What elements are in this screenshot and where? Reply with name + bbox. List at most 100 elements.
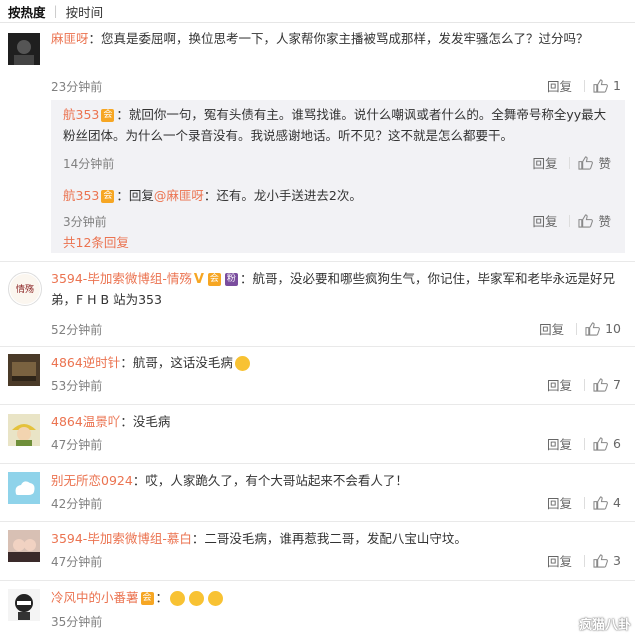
like-label: 赞 [598, 156, 611, 171]
reply-item: 航353 会：就回你一句，冤有头债有主。谁骂找谁。说什么嘲讽或者什么的。全舞帝号称… [63, 104, 625, 146]
reply-box: 航353 会：就回你一句，冤有头债有主。谁骂找谁。说什么嘲讽或者什么的。全舞帝号称… [51, 100, 625, 253]
comment-actions: 回复 3 [547, 551, 621, 570]
reply-button[interactable]: 回复 [547, 551, 572, 570]
avatar-image [8, 33, 40, 65]
thumb-up-icon[interactable] [578, 213, 594, 228]
emoji-icon [234, 356, 250, 371]
reply-button[interactable]: 回复 [547, 375, 572, 394]
reply-text: ：还有。龙小手送进去2次。 [203, 188, 362, 203]
username-link[interactable]: 别无所恋0924 [51, 473, 133, 488]
thumb-up-icon[interactable] [578, 155, 594, 170]
comment-content: 4864温景吖：没毛病 [51, 411, 623, 432]
thumb-up-icon[interactable] [593, 78, 608, 93]
like-count: 3 [613, 553, 621, 568]
username-link[interactable]: 麻匪呀 [51, 31, 89, 46]
comment-actions: 回复 7 [547, 375, 621, 394]
comment-content: 4864逆时针：航哥，这话没毛病 [51, 352, 623, 373]
comment-text: ：您真是委屈啊，换位思考一下，人家帮你家主播被骂成那样，发发牢骚怎么了？过分吗？ [88, 31, 589, 46]
comment-time: 53分钟前 [51, 379, 103, 393]
username-link[interactable]: 航353 [63, 107, 99, 122]
like-count: 1 [613, 78, 621, 93]
comment-text: ：航哥，这话没毛病 [120, 355, 233, 370]
avatar[interactable] [8, 33, 40, 65]
vip-badge: 会 [101, 109, 115, 122]
avatar-image [8, 589, 40, 621]
reply-item: 航353 会：回复@麻匪呀：还有。龙小手送进去2次。 [63, 185, 625, 206]
reply-button[interactable]: 回复 [547, 76, 572, 95]
emoji-icon [208, 591, 224, 606]
fan-badge: 粉 [224, 273, 238, 286]
avatar[interactable] [8, 414, 40, 446]
avatar-image: 情殇 [10, 274, 40, 304]
more-replies-link[interactable]: 共12条回复 [63, 232, 129, 251]
mention-link[interactable]: @麻匪呀 [154, 188, 204, 203]
reply-button[interactable]: 回复 [539, 319, 564, 338]
reply-button[interactable]: 回复 [532, 153, 557, 172]
sort-tabs: 按热度 | 按时间 [0, 0, 635, 23]
vip-badge: 会 [140, 592, 154, 605]
comment-content: 3594-毕加索微博组-情殇 V 会粉：航哥，没必要和哪些疯狗生气，你记住，毕家军和… [51, 268, 623, 310]
thumb-up-icon[interactable] [593, 377, 608, 392]
reply-time: 3分钟前 [63, 215, 107, 229]
comment-time: 42分钟前 [51, 497, 103, 511]
watermark: 疯猫八卦 [578, 618, 631, 633]
comment-item: 4864逆时针：航哥，这话没毛病 53分钟前 回复 7 [0, 347, 635, 405]
action-divider [584, 554, 586, 567]
action-divider [576, 322, 578, 335]
reply-text: ：就回你一句，冤有头债有主。谁骂找谁。说什么嘲讽或者什么的。全舞帝号称全yy最大… [63, 107, 607, 143]
reply-button[interactable]: 回复 [547, 493, 572, 512]
username-link[interactable]: 航353 [63, 188, 99, 203]
action-divider [584, 378, 586, 391]
comment-item: 3594-毕加索微博组-慕白：二哥没毛病，谁再惹我二哥，发配八宝山守坟。 47分… [0, 522, 635, 581]
comment-item: 情殇 3594-毕加索微博组-情殇 V 会粉：航哥，没必要和哪些疯狗生气，你记住，毕… [0, 262, 635, 347]
emoji-icon [189, 591, 205, 606]
avatar[interactable]: 情殇 [8, 272, 42, 306]
like-count: 7 [613, 377, 621, 392]
like-count: 6 [613, 436, 621, 451]
action-divider [584, 437, 586, 450]
comment-time: 35分钟前 [51, 615, 103, 629]
verified-badge: V [193, 272, 204, 287]
comment-content: 别无所恋0924：哎，人家跪久了，有个大哥站起来不会看人了！ [51, 470, 623, 491]
avatar-image [8, 530, 40, 562]
avatar[interactable] [8, 354, 40, 386]
username-link[interactable]: 4864温景吖 [51, 414, 120, 429]
thumb-up-icon[interactable] [593, 553, 608, 568]
comment-item: 别无所恋0924：哎，人家跪久了，有个大哥站起来不会看人了！ 42分钟前 回复 … [0, 464, 635, 522]
avatar-image [8, 472, 40, 504]
comment-content: 冷风中的小番薯会： [51, 587, 623, 608]
action-divider [584, 79, 586, 92]
comment-actions: 回复 6 [547, 434, 621, 453]
reply-button[interactable]: 回复 [547, 434, 572, 453]
comment-time: 47分钟前 [51, 438, 103, 452]
username-link[interactable]: 冷风中的小番薯 [51, 590, 139, 605]
thumb-up-icon[interactable] [585, 321, 600, 336]
comment-time: 23分钟前 [51, 80, 103, 94]
username-link[interactable]: 3594-毕加索微博组-情殇 [51, 271, 192, 286]
reply-button[interactable]: 回复 [532, 211, 557, 230]
reply-prefix: ：回复 [116, 188, 154, 203]
vip-badge: 会 [207, 273, 221, 286]
thumb-up-icon[interactable] [593, 436, 608, 451]
comment-content: 麻匪呀：您真是委屈啊，换位思考一下，人家帮你家主播被骂成那样，发发牢骚怎么了？过… [51, 28, 623, 49]
comment-content: 3594-毕加索微博组-慕白：二哥没毛病，谁再惹我二哥，发配八宝山守坟。 [51, 528, 623, 549]
tab-by-time[interactable]: 按时间 [58, 2, 112, 21]
reply-time: 14分钟前 [63, 157, 115, 171]
tab-by-hot[interactable]: 按热度 [0, 2, 54, 21]
avatar-image [8, 354, 40, 386]
thumb-up-icon[interactable] [593, 495, 608, 510]
action-divider [584, 496, 586, 509]
comment-text: ：哎，人家跪久了，有个大哥站起来不会看人了！ [132, 473, 408, 488]
avatar-image [8, 414, 40, 446]
avatar[interactable] [8, 530, 40, 562]
action-divider [569, 214, 571, 227]
avatar[interactable] [8, 589, 40, 621]
avatar[interactable] [8, 472, 40, 504]
comment-actions: 回复 4 [547, 493, 621, 512]
username-link[interactable]: 3594-毕加索微博组-慕白 [51, 531, 192, 546]
reply-actions: 回复 赞 [532, 211, 611, 230]
emoji-icon [170, 591, 186, 606]
reply-content: 航353 会：就回你一句，冤有头债有主。谁骂找谁。说什么嘲讽或者什么的。全舞帝号称… [63, 104, 625, 146]
username-link[interactable]: 4864逆时针 [51, 355, 120, 370]
comment-item: 麻匪呀：您真是委屈啊，换位思考一下，人家帮你家主播被骂成那样，发发牢骚怎么了？过… [0, 23, 635, 262]
